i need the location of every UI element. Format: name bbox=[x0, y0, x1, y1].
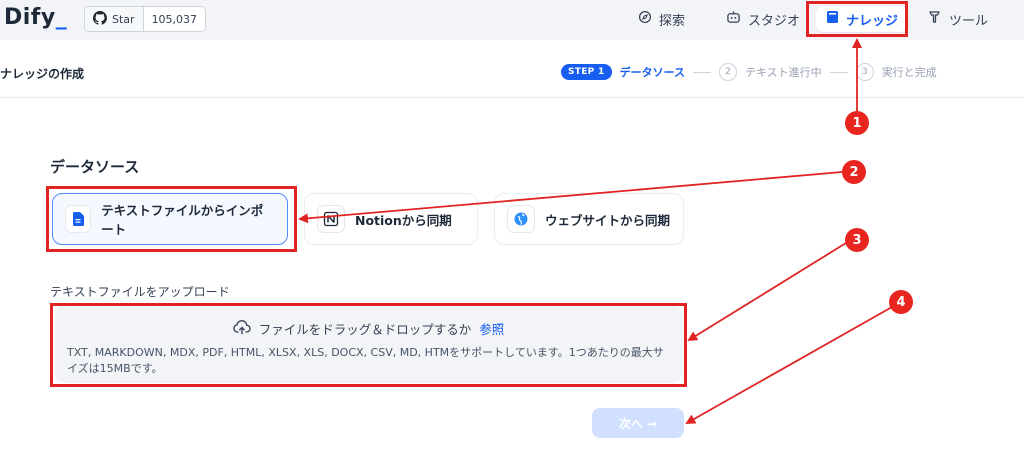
source-option-website[interactable]: ウェブサイトから同期 bbox=[494, 193, 684, 245]
github-star-label: Star bbox=[112, 12, 135, 26]
source-option-label: ウェブサイトから同期 bbox=[545, 212, 671, 228]
website-icon bbox=[507, 205, 535, 233]
logo-text: Dify bbox=[4, 5, 56, 30]
datasource-section-title: データソース bbox=[50, 158, 140, 176]
step2-label: テキスト進行中 bbox=[745, 66, 822, 79]
step-divider bbox=[693, 71, 712, 73]
step2-number: 2 bbox=[719, 63, 738, 81]
highlight-dropzone bbox=[50, 303, 687, 387]
step-divider bbox=[829, 71, 848, 73]
sub-header: ナレッジの作成 STEP 1 データソース 2 テキスト進行中 3 実行と完成 bbox=[0, 48, 1024, 98]
nav-studio-label: スタジオ bbox=[748, 13, 801, 29]
nav-tools[interactable]: ツール bbox=[918, 6, 998, 32]
github-star-label-wrap: Star bbox=[85, 7, 144, 31]
highlight-knowledge-nav bbox=[806, 1, 908, 37]
github-icon bbox=[93, 10, 107, 28]
nav-tools-label: ツール bbox=[949, 13, 989, 29]
notion-icon bbox=[317, 205, 345, 233]
arrow-to-dropzone bbox=[687, 242, 847, 342]
source-option-label: Notionから同期 bbox=[355, 212, 452, 228]
nav-studio[interactable]: スタジオ bbox=[716, 6, 810, 32]
nav-explore[interactable]: 探索 bbox=[628, 6, 695, 32]
create-stepper: STEP 1 データソース 2 テキスト進行中 3 実行と完成 bbox=[561, 63, 937, 81]
robot-icon bbox=[726, 10, 741, 28]
github-star-button[interactable]: Star 105,037 bbox=[84, 6, 207, 32]
step-marker-2: 2 bbox=[842, 160, 866, 184]
nav-explore-label: 探索 bbox=[659, 13, 686, 29]
step3-number: 3 bbox=[855, 63, 874, 81]
hammer-icon bbox=[928, 10, 942, 28]
step-marker-3: 3 bbox=[845, 228, 869, 252]
next-button[interactable]: 次へ → bbox=[592, 408, 684, 438]
upload-section-label: テキストファイルをアップロード bbox=[50, 285, 230, 299]
highlight-text-file-option bbox=[46, 186, 297, 252]
step1-badge: STEP 1 bbox=[561, 64, 612, 80]
step3-label: 実行と完成 bbox=[881, 66, 937, 79]
source-option-notion[interactable]: Notionから同期 bbox=[304, 193, 478, 245]
arrow-to-next-button bbox=[685, 306, 893, 424]
page-title: ナレッジの作成 bbox=[0, 67, 85, 81]
compass-icon bbox=[638, 10, 652, 28]
dify-logo[interactable]: Dify_ bbox=[4, 5, 67, 30]
step1-label: データソース bbox=[619, 66, 686, 79]
step-marker-1: 1 bbox=[845, 111, 869, 135]
logo-underscore: _ bbox=[55, 5, 68, 30]
step-marker-4: 4 bbox=[889, 290, 913, 314]
github-star-count: 105,037 bbox=[151, 12, 198, 26]
